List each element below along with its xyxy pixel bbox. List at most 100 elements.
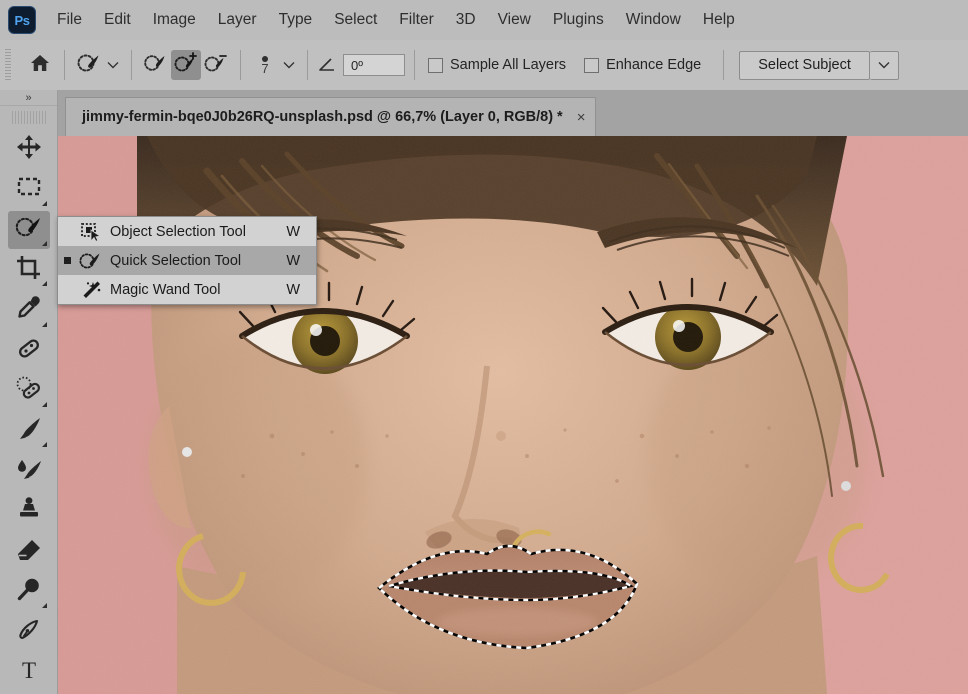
tool-crop[interactable]: [8, 251, 50, 289]
crop-tool-icon: [16, 255, 42, 286]
flyout-item-object-selection-tool[interactable]: Object Selection Tool W: [58, 217, 316, 246]
enhance-edge-checkbox[interactable]: Enhance Edge: [584, 57, 701, 73]
document-tab[interactable]: jimmy-fermin-bqe0J0b26RQ-unsplash.psd @ …: [65, 97, 597, 136]
options-separator-6: [723, 50, 725, 80]
menu-item-type[interactable]: Type: [268, 8, 324, 32]
tool-spot-healing-brush[interactable]: [8, 372, 50, 410]
options-bar: 7 0º Sample All Layers Enhance Edge Sele…: [0, 40, 968, 91]
close-icon[interactable]: ×: [577, 110, 586, 125]
quick-selection-tool-icon: [76, 248, 106, 274]
sample-all-layers-checkbox[interactable]: Sample All Layers: [428, 57, 566, 73]
menu-item-view[interactable]: View: [487, 8, 542, 32]
quick-selection-tool-icon: [76, 51, 102, 80]
tool-flyout-menu: Object Selection Tool W Quick Selection …: [57, 216, 317, 305]
selection-mode-add[interactable]: [171, 50, 201, 80]
checkbox-box[interactable]: [428, 57, 443, 73]
toolbar-grip[interactable]: [11, 111, 46, 125]
brush-size-value: 7: [261, 61, 269, 76]
menu-item-window[interactable]: Window: [615, 8, 692, 32]
tool-more-indicator: [41, 603, 47, 609]
flyout-item-shortcut: W: [286, 223, 300, 240]
options-separator-5: [414, 50, 415, 80]
tool-more-indicator: [41, 442, 47, 448]
tool-healing-brush[interactable]: [8, 332, 50, 370]
flyout-item-label: Object Selection Tool: [110, 223, 246, 240]
tool-mixer-brush[interactable]: [8, 452, 50, 490]
document-tab-title: jimmy-fermin-bqe0J0b26RQ-unsplash.psd @ …: [82, 109, 563, 125]
brush-preview[interactable]: 7: [250, 48, 280, 82]
object-selection-tool-icon: [76, 219, 106, 245]
spot-healing-brush-tool-icon: [15, 375, 43, 406]
home-button[interactable]: [25, 50, 55, 80]
menu-item-select[interactable]: Select: [323, 8, 388, 32]
document-tab-bar: jimmy-fermin-bqe0J0b26RQ-unsplash.psd @ …: [57, 90, 968, 136]
flyout-item-magic-wand-tool[interactable]: Magic Wand Tool W: [58, 275, 316, 304]
flyout-item-label: Quick Selection Tool: [110, 252, 242, 269]
quick-selection-tool-icon: [14, 214, 44, 245]
enhance-edge-label: Enhance Edge: [606, 57, 702, 73]
checkbox-box[interactable]: [584, 57, 600, 73]
selection-mode-subtract[interactable]: [201, 50, 231, 80]
photoshop-logo[interactable]: Ps: [8, 6, 36, 34]
menu-item-edit[interactable]: Edit: [93, 8, 142, 32]
options-bar-grip[interactable]: [5, 49, 11, 81]
tool-eyedropper[interactable]: [8, 291, 50, 329]
angle-icon: [317, 56, 337, 74]
angle-input[interactable]: 0º: [343, 54, 405, 76]
tool-brush[interactable]: [8, 412, 50, 450]
marquee-tool-icon: [16, 175, 42, 204]
tool-more-indicator: [41, 321, 47, 327]
menu-item-plugins[interactable]: Plugins: [542, 8, 615, 32]
menu-item-file[interactable]: File: [46, 8, 93, 32]
tool-preset-picker[interactable]: [74, 50, 122, 80]
menu-item-image[interactable]: Image: [142, 8, 207, 32]
magic-wand-tool-icon: [76, 277, 106, 303]
tool-eraser[interactable]: [8, 533, 50, 571]
select-subject-button[interactable]: Select Subject: [739, 50, 870, 80]
tool-clone-stamp[interactable]: [8, 493, 50, 531]
tool-more-indicator: [41, 200, 47, 206]
tool-move[interactable]: [8, 130, 50, 168]
menu-item-filter[interactable]: Filter: [388, 8, 444, 32]
tool-rectangular-marquee[interactable]: [8, 171, 50, 209]
tools-panel: » T: [0, 90, 58, 694]
tool-quick-selection[interactable]: [7, 210, 50, 250]
brush-tool-icon: [15, 416, 43, 447]
flyout-item-shortcut: W: [286, 281, 300, 298]
toolbar-collapse-button[interactable]: »: [0, 90, 57, 107]
options-separator-4: [307, 50, 308, 80]
tool-more-indicator: [41, 241, 47, 247]
flyout-item-label: Magic Wand Tool: [110, 281, 221, 298]
quick-selection-subtract-icon: [203, 52, 229, 79]
quick-selection-add-icon: [173, 51, 199, 79]
select-subject-chevron[interactable]: [869, 50, 899, 80]
tool-preset-button[interactable]: [74, 50, 104, 80]
flyout-selected-bullet: [58, 257, 76, 264]
mixer-brush-tool-icon: [15, 456, 43, 487]
tool-more-indicator: [41, 281, 47, 287]
tool-dodge[interactable]: [8, 573, 50, 611]
menu-bar: Ps File Edit Image Layer Type Select Fil…: [0, 0, 968, 41]
pen-tool-icon: [16, 617, 42, 648]
menu-item-help[interactable]: Help: [692, 8, 746, 32]
type-tool-icon: T: [16, 657, 42, 688]
options-separator-3: [240, 50, 241, 80]
tool-preset-chevron[interactable]: [104, 56, 122, 74]
tool-pen[interactable]: [8, 613, 50, 651]
dodge-tool-icon: [16, 577, 42, 608]
brush-size-picker[interactable]: 7: [250, 48, 298, 82]
eyedropper-tool-icon: [16, 295, 42, 326]
tool-type[interactable]: T: [8, 654, 50, 692]
quick-selection-new-icon: [143, 52, 169, 79]
clone-stamp-tool-icon: [16, 496, 42, 527]
healing-brush-tool-icon: [15, 335, 43, 366]
tool-more-indicator: [41, 402, 47, 408]
sample-all-layers-label: Sample All Layers: [450, 57, 567, 73]
brush-size-chevron[interactable]: [280, 56, 298, 74]
eraser-tool-icon: [16, 537, 42, 568]
menu-item-layer[interactable]: Layer: [207, 8, 268, 32]
flyout-item-quick-selection-tool[interactable]: Quick Selection Tool W: [58, 246, 316, 275]
selection-mode-new[interactable]: [141, 50, 171, 80]
photoshop-window: Ps File Edit Image Layer Type Select Fil…: [0, 0, 968, 694]
menu-item-3d[interactable]: 3D: [445, 8, 487, 32]
